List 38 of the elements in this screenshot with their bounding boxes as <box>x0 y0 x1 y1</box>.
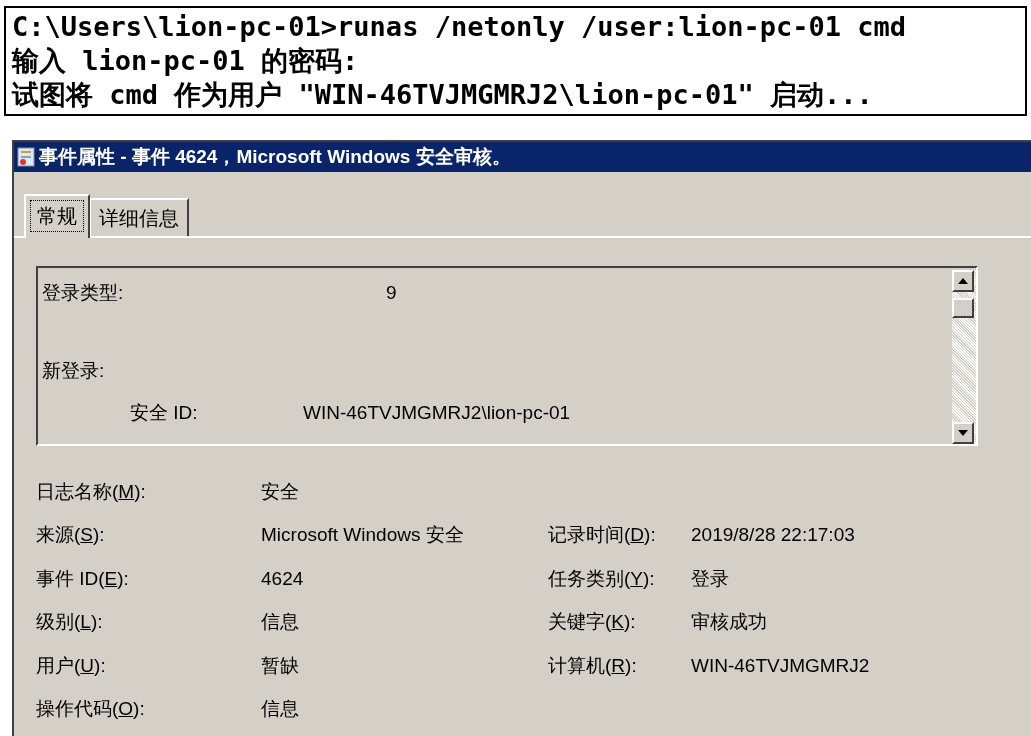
field-label: 计算机(R): <box>548 654 637 676</box>
field-value: 登录 <box>691 566 729 591</box>
field-label: 来源(S): <box>36 524 105 545</box>
field-label: 操作代码(O): <box>36 698 145 719</box>
description-value: WIN-46TVJMGMRJ2\lion-pc-01 <box>303 400 571 425</box>
description-label: 登录类型: <box>42 280 125 305</box>
window-title: 事件属性 - 事件 4624，Microsoft Windows 安全审核。 <box>39 144 511 169</box>
scroll-thumb[interactable] <box>952 298 974 318</box>
field-value: 信息 <box>261 698 299 719</box>
field-value: 暂缺 <box>261 654 299 676</box>
field-value: WIN-46TVJMGMRJ2 <box>691 653 870 678</box>
description-heading: 新登录: <box>42 358 105 383</box>
field-label: 用户(U): <box>36 654 106 676</box>
console-line: C:\Users\lion-pc-01>runas /netonly /user:lion-pc-01 cmd <box>12 10 908 44</box>
field-label: 级别(L): <box>36 611 103 632</box>
field-label: 关键字(K): <box>548 611 636 632</box>
field-label: 事件 ID(E): <box>36 567 129 589</box>
scroll-down-button[interactable] <box>952 422 974 444</box>
console-line: 输入 lion-pc-01 的密码: <box>12 44 360 78</box>
description-value: 9 <box>386 280 397 305</box>
field-value: 审核成功 <box>691 610 767 634</box>
scroll-up-button[interactable] <box>952 270 974 292</box>
field-value: 信息 <box>261 611 299 632</box>
field-value: 4624 <box>261 567 304 589</box>
down-arrow-icon <box>958 430 968 436</box>
tab[interactable]: 常规 <box>24 194 90 238</box>
console-line: 试图将 cmd 作为用户 "WIN-46TVJMGMRJ2\lion-pc-01" 启动... <box>12 78 874 112</box>
tab[interactable]: 详细信息 <box>90 198 189 236</box>
event-log-icon <box>17 147 35 167</box>
up-arrow-icon <box>958 278 968 284</box>
scrollbar[interactable] <box>952 270 976 444</box>
field-value: 安全 <box>261 480 299 502</box>
field-label: 日志名称(M): <box>36 480 146 502</box>
field-label: 记录时间(D): <box>548 524 656 545</box>
field-value: Microsoft Windows 安全 <box>261 524 464 545</box>
description-label: 安全 ID: <box>130 400 199 425</box>
field-value: 2019/8/28 22:17:03 <box>691 523 855 547</box>
field-label: 任务类别(Y): <box>548 567 655 589</box>
